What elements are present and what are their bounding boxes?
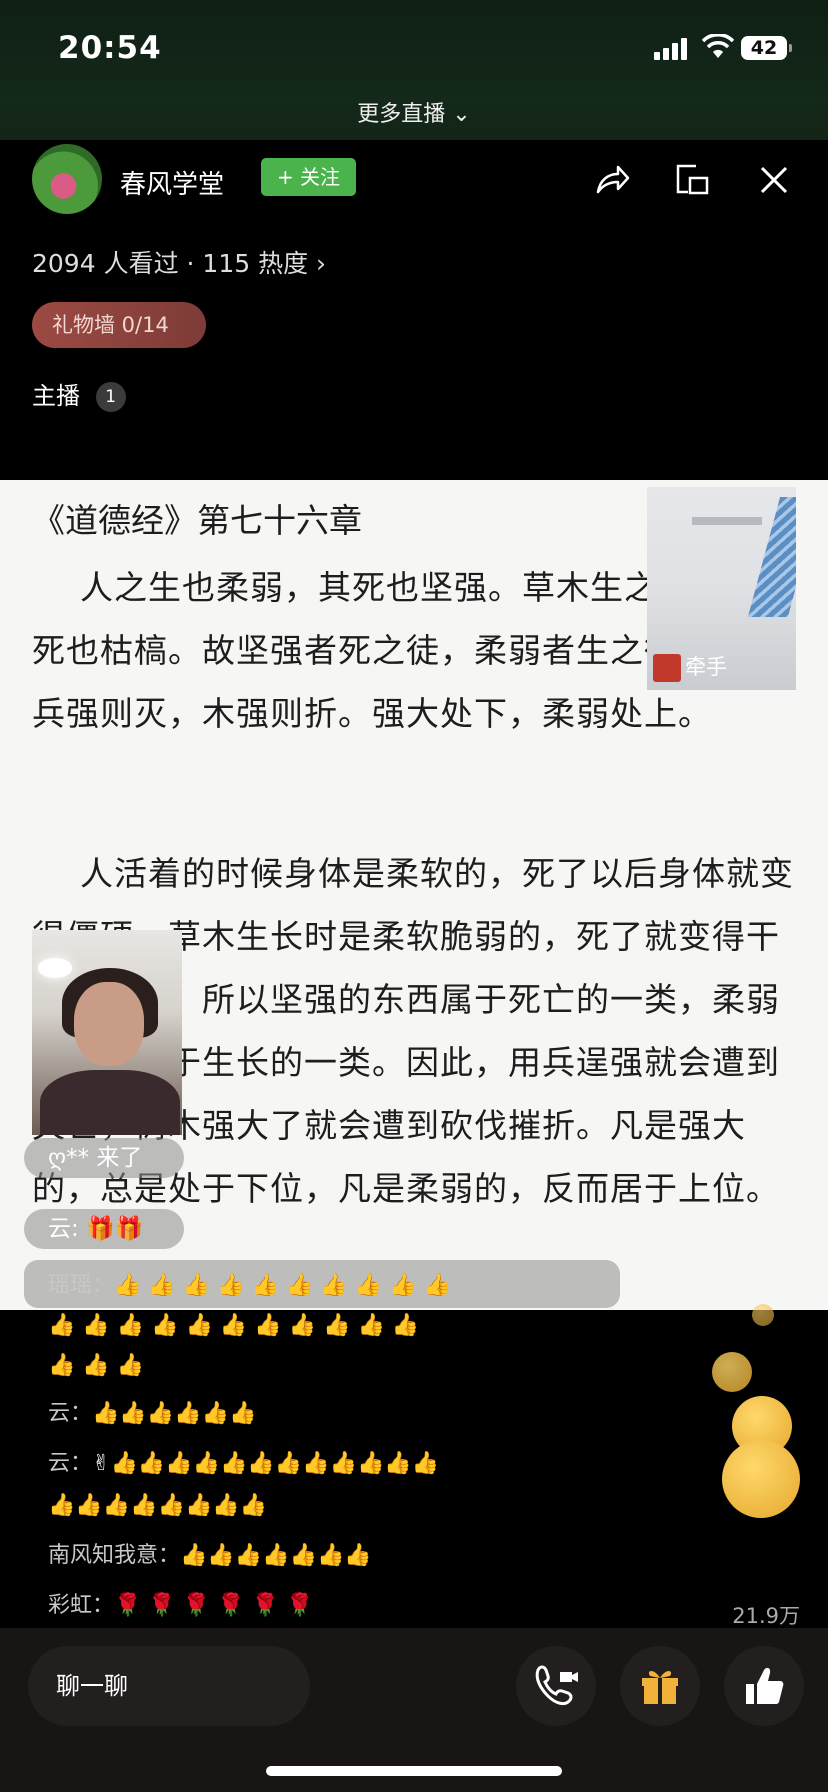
gift-icon: [642, 1671, 678, 1704]
chat-message: 云：✌👍👍👍👍👍👍👍👍👍👍👍👍: [48, 1448, 608, 1480]
wifi-icon: [702, 34, 734, 58]
chat-message: 彩虹：🌹 🌹 🌹 🌹 🌹 🌹: [48, 1590, 608, 1622]
like-icon: [746, 1667, 784, 1704]
chat-sender: 瑶瑶：: [48, 1273, 115, 1298]
chevron-right-icon: ›: [316, 249, 327, 278]
floating-emoji-icon: [722, 1440, 800, 1518]
chat-message: 南风知我意：👍👍👍👍👍👍👍: [48, 1540, 608, 1572]
chat-text: 👍 👍 👍 👍 👍 👍 👍 👍 👍 👍 👍: [48, 1313, 420, 1338]
likes-count: 21.9万: [732, 1604, 800, 1628]
chat-message: 云：👍👍👍👍👍👍: [48, 1398, 608, 1430]
video-ceiling: [692, 517, 762, 525]
call-button[interactable]: [516, 1646, 596, 1726]
like-button[interactable]: [724, 1646, 804, 1726]
chat-text: 🌹 🌹 🌹 🌹 🌹 🌹: [114, 1593, 314, 1618]
chat-sender: 彩虹：: [48, 1593, 115, 1618]
share-icon[interactable]: [592, 160, 632, 200]
cohost-tag: 牵手: [653, 651, 727, 682]
document-title: 《道德经》第七十六章: [32, 501, 362, 540]
chat-text: 👍 👍 👍 👍 👍 👍 👍 👍 👍 👍: [114, 1273, 451, 1298]
more-live-label: 更多直播: [357, 102, 446, 127]
cohost-video[interactable]: 牵手: [647, 487, 796, 690]
gift-button[interactable]: [620, 1646, 700, 1726]
host-camera-video[interactable]: [32, 930, 182, 1135]
chat-text: 👍👍👍👍👍👍👍: [180, 1543, 372, 1568]
view-stats[interactable]: 2094 人看过 · 115 热度 ›: [32, 244, 326, 280]
anchor-tab[interactable]: 主播 1: [32, 376, 126, 412]
anchor-label: 主播: [32, 382, 80, 410]
status-time: 20:54: [58, 30, 162, 66]
chat-text: 👍 👍 👍: [48, 1353, 145, 1378]
chat-sender: 云：: [48, 1451, 93, 1476]
chat-message: 👍 👍 👍 👍 👍 👍 👍 👍 👍 👍 👍: [48, 1310, 608, 1342]
video-person-body: [40, 1070, 180, 1135]
chat-text: 👍👍👍👍👍👍👍👍: [48, 1493, 268, 1518]
chat-sender: 南风知我意：: [48, 1543, 181, 1568]
video-curtain: [747, 497, 796, 617]
gift-notice: 云: 🎁🎁: [24, 1209, 184, 1249]
cellular-signal-icon: [654, 36, 694, 60]
home-indicator: [266, 1766, 562, 1776]
pip-icon[interactable]: [672, 160, 712, 200]
host-avatar[interactable]: [32, 144, 102, 214]
chat-input[interactable]: 聊一聊: [28, 1646, 310, 1726]
join-notice: ღ** 来了: [24, 1138, 184, 1178]
chat-message: 👍 👍 👍: [48, 1350, 608, 1382]
call-icon: [535, 1665, 578, 1706]
cohost-avatar-icon: [653, 654, 681, 682]
video-person-face: [74, 982, 144, 1066]
gift-wall-button[interactable]: 礼物墙 0/14: [32, 302, 206, 348]
follow-button[interactable]: + 关注: [261, 158, 356, 196]
view-stats-text: 2094 人看过 · 115 热度: [32, 249, 309, 278]
cohost-name: 牵手: [685, 655, 727, 679]
chat-sender: 云：: [48, 1401, 93, 1426]
host-panel: 春风学堂 + 关注 2094 人看过 · 115 热度 › 礼物墙 0/14 主…: [0, 140, 828, 480]
chat-text: ✌👍👍👍👍👍👍👍👍👍👍👍👍: [92, 1451, 440, 1476]
chat-text: 👍👍👍👍👍👍: [92, 1401, 257, 1426]
host-name[interactable]: 春风学堂: [120, 164, 224, 201]
anchor-count-badge: 1: [95, 382, 126, 412]
close-icon[interactable]: [754, 160, 794, 200]
floating-emoji-icon: [712, 1352, 752, 1392]
video-lamp: [38, 958, 72, 978]
chat-message: 👍👍👍👍👍👍👍👍: [48, 1490, 608, 1522]
floating-emoji-icon: [752, 1304, 774, 1326]
chevron-down-icon: ⌄: [452, 102, 471, 127]
battery-indicator: 42: [741, 36, 792, 60]
chat-message: 瑶瑶：👍 👍 👍 👍 👍 👍 👍 👍 👍 👍: [48, 1270, 608, 1302]
more-live-dropdown[interactable]: 更多直播 ⌄: [0, 96, 828, 128]
